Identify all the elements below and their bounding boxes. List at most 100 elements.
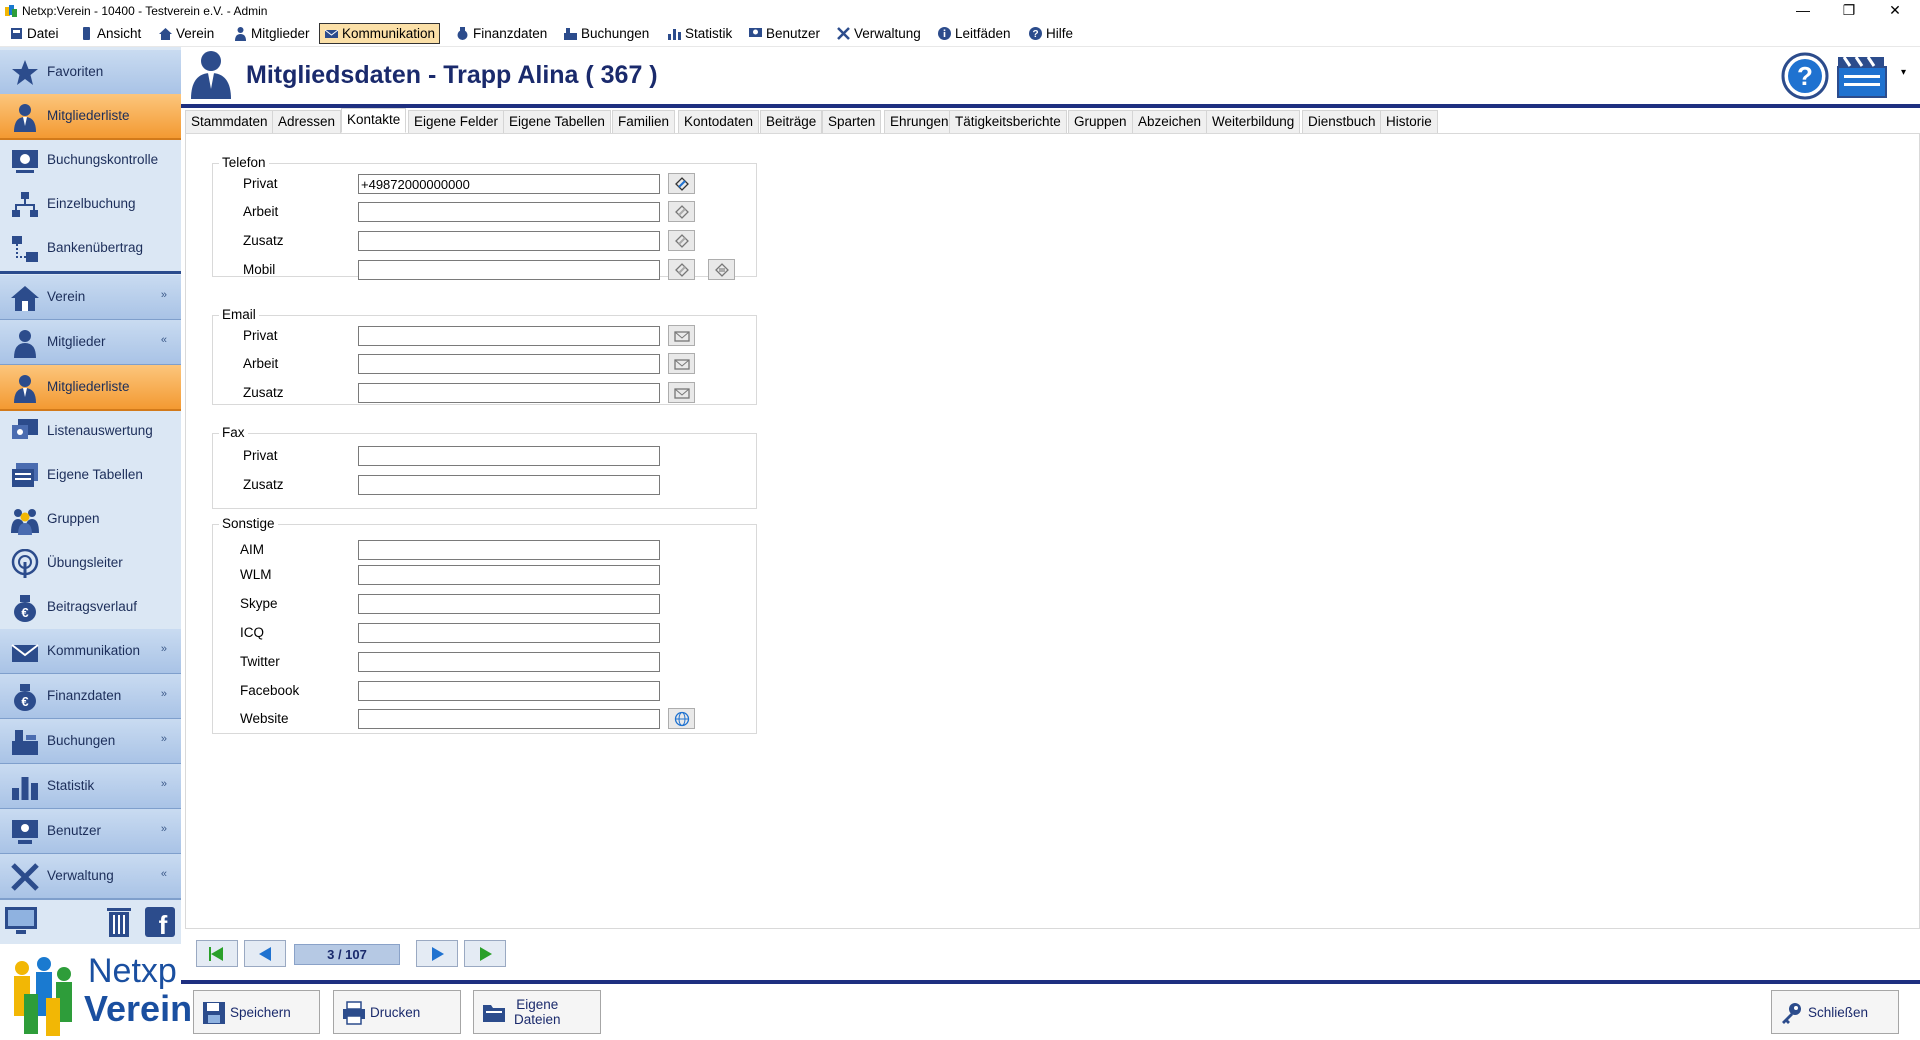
help-icon[interactable]: ? — [1781, 52, 1829, 100]
wlm-input[interactable] — [358, 565, 660, 585]
facebook-input[interactable] — [358, 681, 660, 701]
print-button[interactable]: Drucken — [333, 990, 461, 1034]
tab-eigene-felder[interactable]: Eigene Felder — [408, 110, 505, 134]
tab-familien[interactable]: Familien — [612, 110, 676, 134]
sidebar-item-benutzer[interactable]: Benutzer » — [0, 809, 181, 855]
chevron-down-icon[interactable]: » — [161, 733, 167, 745]
menu-verwaltung[interactable]: Verwaltung — [832, 24, 925, 43]
save-button[interactable]: Speichern — [193, 990, 320, 1034]
facebook-icon[interactable]: f — [144, 906, 176, 938]
field-label: Mobil — [243, 262, 276, 277]
sidebar-item-buchungskontrolle[interactable]: Buchungskontrolle — [0, 138, 181, 182]
sidebar-item-mitgliederliste-fav[interactable]: Mitgliederliste — [0, 94, 181, 140]
tab-adressen[interactable]: Adressen — [272, 110, 342, 134]
dropdown-arrow-icon[interactable]: ▾ — [1901, 67, 1906, 78]
trash-icon[interactable] — [104, 906, 134, 938]
send-email-button[interactable] — [668, 325, 695, 346]
tab-dienstbuch[interactable]: Dienstbuch — [1302, 110, 1382, 134]
chevron-down-icon[interactable]: » — [161, 823, 167, 835]
telefon-mobil-input[interactable] — [358, 260, 660, 280]
send-email-button[interactable] — [668, 353, 695, 374]
sidebar-item-verein[interactable]: Verein » — [0, 275, 181, 321]
email-zusatz-input[interactable] — [358, 383, 660, 403]
telefon-arbeit-input[interactable] — [358, 202, 660, 222]
skype-input[interactable] — [358, 594, 660, 614]
sidebar-item-statistik[interactable]: Statistik » — [0, 764, 181, 810]
menu-mitglieder[interactable]: Mitglieder — [229, 24, 314, 43]
aim-input[interactable] — [358, 540, 660, 560]
maximize-button[interactable]: ❐ — [1826, 0, 1872, 22]
sidebar-item-favoriten[interactable]: Favoriten — [0, 50, 181, 96]
previous-record-button[interactable] — [244, 940, 286, 967]
sidebar-item-verwaltung[interactable]: Verwaltung « — [0, 854, 181, 900]
telefon-zusatz-input[interactable] — [358, 231, 660, 251]
tab-historie[interactable]: Historie — [1380, 110, 1438, 134]
fax-zusatz-input[interactable] — [358, 475, 660, 495]
sms-button[interactable] — [708, 259, 735, 280]
menu-verein[interactable]: Verein — [154, 24, 218, 43]
tab-ehrungen[interactable]: Ehrungen — [884, 110, 955, 134]
tab-abzeichen[interactable]: Abzeichen — [1132, 110, 1208, 134]
fax-privat-input[interactable] — [358, 446, 660, 466]
icq-input[interactable] — [358, 623, 660, 643]
menu-benutzer[interactable]: Benutzer — [744, 24, 824, 43]
call-button[interactable] — [668, 201, 695, 222]
tab-eigene-tabellen[interactable]: Eigene Tabellen — [503, 110, 611, 134]
first-record-button[interactable] — [196, 940, 238, 967]
telefon-privat-input[interactable] — [358, 174, 660, 194]
email-arbeit-input[interactable] — [358, 354, 660, 374]
sidebar-item-bankenuebertrag[interactable]: Bankenübertrag — [0, 226, 181, 270]
register-icon — [12, 730, 38, 755]
sidebar-item-uebungsleiter[interactable]: Übungsleiter — [0, 541, 181, 585]
sidebar-item-finanzdaten[interactable]: € Finanzdaten » — [0, 674, 181, 720]
chevron-down-icon[interactable]: » — [161, 778, 167, 790]
tab-taetigkeitsberichte[interactable]: Tätigkeitsberichte — [949, 110, 1067, 134]
sidebar-item-listenauswertung[interactable]: Listenauswertung — [0, 409, 181, 453]
tab-gruppen[interactable]: Gruppen — [1068, 110, 1133, 134]
sidebar-item-kommunikation[interactable]: Kommunikation » — [0, 629, 181, 675]
menu-leitfaeden[interactable]: Leitfäden — [933, 24, 1015, 43]
sidebar-item-gruppen[interactable]: Gruppen — [0, 497, 181, 541]
chevron-down-icon[interactable]: » — [161, 688, 167, 700]
menu-ansicht[interactable]: Ansicht — [75, 24, 145, 43]
send-email-button[interactable] — [668, 382, 695, 403]
open-website-button[interactable] — [668, 708, 695, 729]
menu-kommunikation[interactable]: Kommunikation — [319, 23, 441, 44]
own-files-button[interactable]: Eigene Dateien — [473, 990, 601, 1034]
call-button[interactable] — [668, 259, 695, 280]
sidebar-item-beitragsverlauf[interactable]: € Beitragsverlauf — [0, 585, 181, 629]
email-privat-input[interactable] — [358, 326, 660, 346]
tab-weiterbildung[interactable]: Weiterbildung — [1206, 110, 1301, 134]
chevron-up-icon[interactable]: « — [161, 868, 167, 880]
field-label: ICQ — [240, 625, 265, 640]
minimize-button[interactable]: — — [1780, 0, 1826, 22]
sidebar-item-eigene-tabellen[interactable]: Eigene Tabellen — [0, 453, 181, 497]
menu-finanzdaten[interactable]: Finanzdaten — [451, 24, 551, 43]
last-record-button[interactable] — [464, 940, 506, 967]
menu-hilfe[interactable]: ? Hilfe — [1024, 24, 1077, 43]
monitor-icon[interactable] — [4, 906, 38, 936]
chevron-down-icon[interactable]: » — [161, 289, 167, 301]
close-window-button[interactable]: ✕ — [1872, 0, 1918, 22]
menu-datei[interactable]: Datei — [5, 24, 63, 43]
chevron-down-icon[interactable]: » — [161, 643, 167, 655]
tab-sparten[interactable]: Sparten — [822, 110, 882, 134]
next-record-button[interactable] — [416, 940, 458, 967]
tab-kontodaten[interactable]: Kontodaten — [678, 110, 760, 134]
sidebar-item-buchungen[interactable]: Buchungen » — [0, 719, 181, 765]
sidebar-item-einzelbuchung[interactable]: Einzelbuchung — [0, 182, 181, 226]
sidebar-item-mitgliederliste[interactable]: Mitgliederliste — [0, 365, 181, 411]
sidebar-item-mitglieder[interactable]: Mitglieder « — [0, 320, 181, 366]
chevron-up-icon[interactable]: « — [161, 334, 167, 346]
twitter-input[interactable] — [358, 652, 660, 672]
menu-statistik[interactable]: Statistik — [663, 24, 736, 43]
tab-stammdaten[interactable]: Stammdaten — [185, 110, 274, 134]
call-button[interactable] — [668, 173, 695, 194]
clapperboard-icon[interactable] — [1836, 53, 1890, 99]
menu-buchungen[interactable]: Buchungen — [559, 24, 653, 43]
call-button[interactable] — [668, 230, 695, 251]
tab-kontakte[interactable]: Kontakte — [341, 108, 407, 133]
website-input[interactable] — [358, 709, 660, 729]
tab-beitraege[interactable]: Beiträge — [760, 110, 823, 134]
close-button[interactable]: Schließen — [1771, 990, 1899, 1034]
